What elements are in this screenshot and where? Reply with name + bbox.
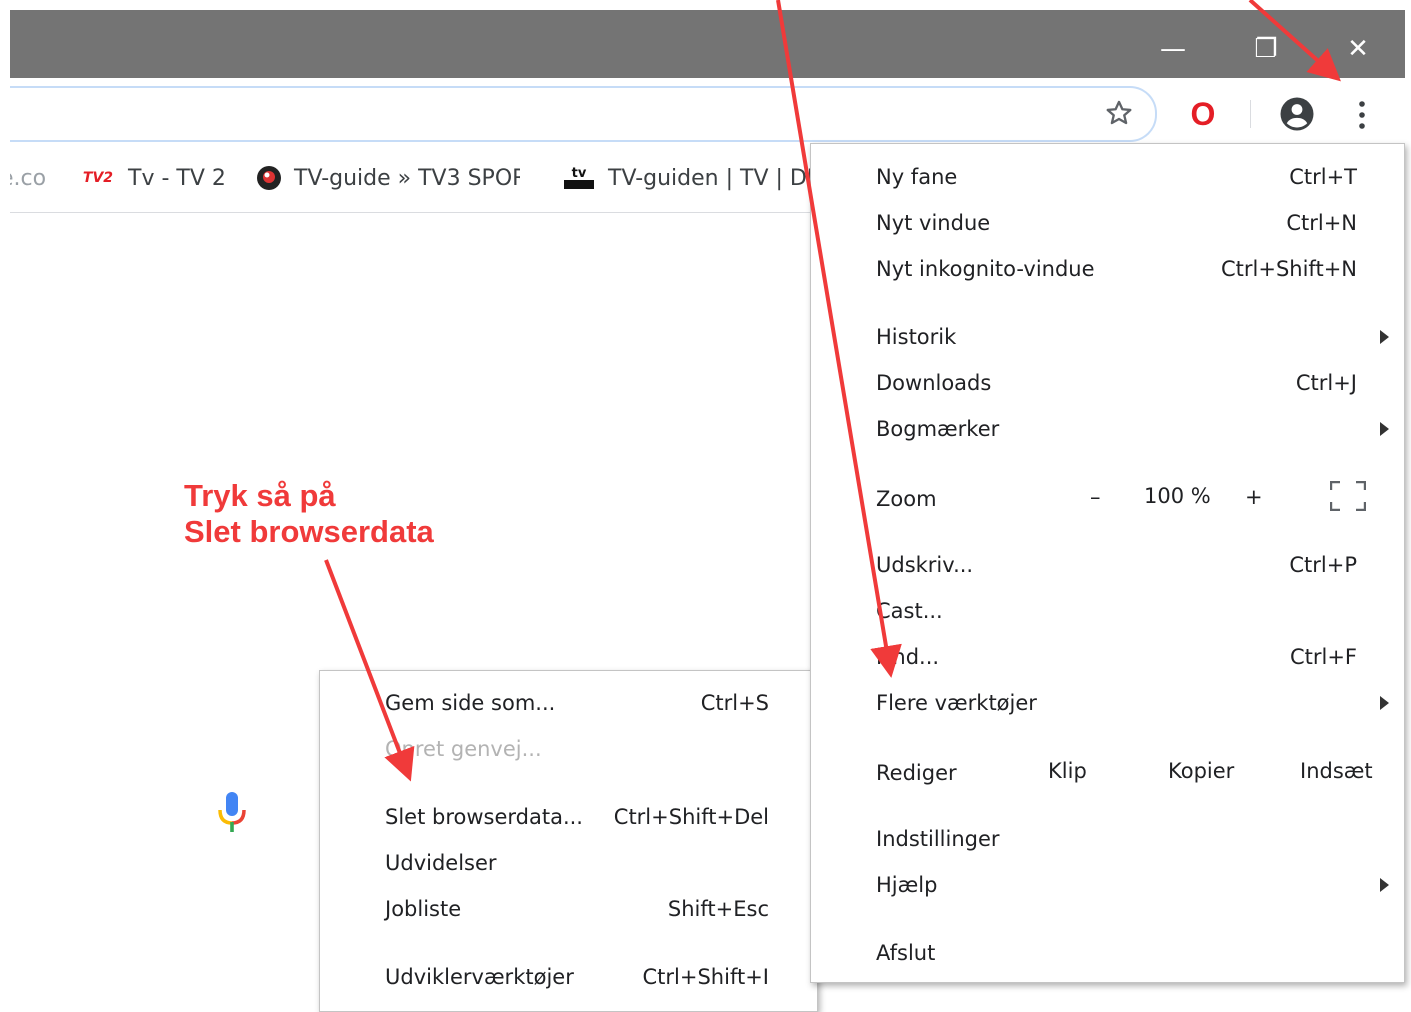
menu-item-more-tools[interactable]: Flere værktøjer xyxy=(876,683,1037,723)
shortcut-print: Ctrl+P xyxy=(1289,553,1357,577)
toolbar-divider xyxy=(1250,100,1251,128)
submenu-arrow-icon xyxy=(1380,696,1389,710)
fullscreen-icon[interactable] xyxy=(1329,480,1367,512)
menu-item-bookmarks[interactable]: Bogmærker xyxy=(876,409,999,449)
tv-favicon-text: tv xyxy=(571,166,587,181)
more-tools-submenu: Gem side som... Ctrl+S Opret genvej... S… xyxy=(319,670,818,1012)
edit-paste-button[interactable]: Indsæt xyxy=(1300,751,1373,791)
bookmark-label: TV-guiden | TV | DR xyxy=(608,165,810,191)
bookmark-label: TV-guide » TV3 SPORT xyxy=(294,165,520,191)
annotation-line-1: Tryk så på xyxy=(184,478,336,513)
menu-item-help[interactable]: Hjælp xyxy=(876,865,937,905)
menu-item-exit[interactable]: Afslut xyxy=(876,933,935,973)
chrome-menu-kebab-icon[interactable] xyxy=(1344,95,1380,135)
tv3-favicon-icon xyxy=(256,164,282,192)
edit-copy-button[interactable]: Kopier xyxy=(1168,751,1234,791)
shortcut-downloads: Ctrl+J xyxy=(1295,371,1357,395)
edit-cut-button[interactable]: Klip xyxy=(1048,751,1087,791)
close-button[interactable]: ✕ xyxy=(1328,20,1388,78)
minimize-button[interactable]: — xyxy=(1143,20,1203,78)
menu-item-new-window[interactable]: Nyt vindue xyxy=(876,203,990,243)
menu-item-clear-browsing-data[interactable]: Slet browserdata... xyxy=(385,797,583,837)
tv-favicon-icon: tv xyxy=(562,164,596,192)
menu-item-create-shortcut: Opret genvej... xyxy=(385,737,542,761)
menu-item-save-page[interactable]: Gem side som... xyxy=(385,683,555,723)
bookmark-label: Tv - TV 2 xyxy=(128,165,226,191)
menu-item-extensions[interactable]: Udvidelser xyxy=(385,843,497,883)
shortcut-clear-browsing-data: Ctrl+Shift+Del xyxy=(613,805,769,829)
zoom-out-button[interactable]: – xyxy=(1090,477,1101,517)
bookmark-item-tv2[interactable]: TV2 Tv - TV 2 xyxy=(80,144,226,212)
browser-toolbar: O xyxy=(10,78,1405,144)
menu-item-zoom: Zoom xyxy=(876,487,937,511)
window-titlebar: — ❐ ✕ xyxy=(10,10,1405,78)
shortcut-new-window: Ctrl+N xyxy=(1286,211,1357,235)
submenu-arrow-icon xyxy=(1380,330,1389,344)
shortcut-new-tab: Ctrl+T xyxy=(1289,165,1357,189)
instruction-annotation: Tryk så på Slet browserdata xyxy=(184,478,434,550)
menu-item-edit: Rediger xyxy=(876,761,957,785)
menu-item-settings[interactable]: Indstillinger xyxy=(876,819,1000,859)
menu-item-downloads[interactable]: Downloads xyxy=(876,363,991,403)
bookmark-item[interactable]: e.co xyxy=(10,144,46,212)
bookmark-item-dr[interactable]: tv TV-guiden | TV | DR xyxy=(562,144,810,212)
bookmark-star-icon[interactable] xyxy=(1101,95,1137,131)
shortcut-find: Ctrl+F xyxy=(1289,645,1357,669)
annotation-line-2: Slet browserdata xyxy=(184,514,434,549)
menu-item-print[interactable]: Udskriv... xyxy=(876,545,973,585)
bookmarks-bar: e.co TV2 Tv - TV 2 TV-guide » TV3 SPORT … xyxy=(10,144,810,213)
bookmark-label: e.co xyxy=(10,165,47,191)
shortcut-developer-tools: Ctrl+Shift+I xyxy=(642,965,769,989)
menu-item-history[interactable]: Historik xyxy=(876,317,956,357)
opera-logo-glyph: O xyxy=(1190,96,1216,132)
microphone-icon[interactable] xyxy=(214,790,250,834)
submenu-arrow-icon xyxy=(1380,878,1389,892)
shortcut-incognito-window: Ctrl+Shift+N xyxy=(1221,257,1357,281)
tv2-favicon-icon: TV2 xyxy=(82,170,114,186)
bookmark-item-tv3[interactable]: TV-guide » TV3 SPORT xyxy=(256,144,520,212)
menu-item-incognito-window[interactable]: Nyt inkognito-vindue xyxy=(876,249,1095,289)
menu-item-developer-tools[interactable]: Udviklerværktøjer xyxy=(385,957,574,997)
opera-extension-icon[interactable]: O xyxy=(1184,95,1222,133)
shortcut-task-manager: Shift+Esc xyxy=(667,897,769,921)
menu-item-cast[interactable]: Cast... xyxy=(876,591,943,631)
chrome-main-menu: Ny fane Ctrl+T Nyt vindue Ctrl+N Nyt ink… xyxy=(810,143,1405,983)
zoom-in-button[interactable]: + xyxy=(1245,477,1263,517)
zoom-level: 100 % xyxy=(1144,484,1211,508)
submenu-arrow-icon xyxy=(1380,422,1389,436)
menu-item-find[interactable]: Find... xyxy=(876,637,939,677)
profile-avatar-icon[interactable] xyxy=(1278,95,1316,133)
menu-item-new-tab[interactable]: Ny fane xyxy=(876,157,957,197)
address-bar[interactable] xyxy=(10,86,1157,142)
shortcut-save-page: Ctrl+S xyxy=(700,691,769,715)
menu-item-task-manager[interactable]: Jobliste xyxy=(385,889,461,929)
restore-button[interactable]: ❐ xyxy=(1236,20,1296,78)
